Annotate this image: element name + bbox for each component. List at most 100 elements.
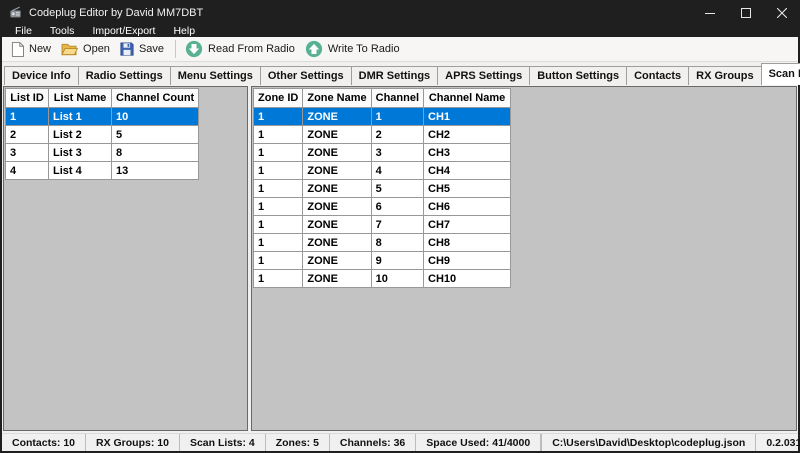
read-from-radio-button[interactable]: Read From Radio (181, 38, 301, 60)
table-row[interactable]: 1ZONE10CH10 (254, 270, 511, 288)
table-row[interactable]: 1ZONE4CH4 (254, 162, 511, 180)
table-row[interactable]: 2List 25 (6, 126, 199, 144)
table-row[interactable]: 1ZONE3CH3 (254, 144, 511, 162)
close-button[interactable] (764, 0, 800, 25)
table-cell[interactable]: 1 (254, 108, 303, 126)
column-header-zone-name[interactable]: Zone Name (303, 89, 371, 108)
write-to-radio-label: Write To Radio (328, 43, 400, 55)
table-cell[interactable]: 1 (254, 162, 303, 180)
table-cell[interactable]: 9 (371, 252, 423, 270)
table-cell[interactable]: ZONE (303, 216, 371, 234)
table-cell[interactable]: 1 (254, 234, 303, 252)
table-cell[interactable]: 1 (6, 108, 49, 126)
table-cell[interactable]: ZONE (303, 144, 371, 162)
column-header-channel-count[interactable]: Channel Count (112, 89, 199, 108)
table-cell[interactable]: CH8 (424, 234, 511, 252)
table-cell[interactable]: 1 (254, 126, 303, 144)
open-button[interactable]: Open (57, 40, 116, 58)
tab-rx-groups[interactable]: RX Groups (688, 66, 761, 85)
table-cell[interactable]: CH2 (424, 126, 511, 144)
column-header-list-name[interactable]: List Name (49, 89, 112, 108)
menu-import-export[interactable]: Import/Export (83, 25, 164, 37)
tab-other-settings[interactable]: Other Settings (260, 66, 352, 85)
column-header-channel[interactable]: Channel (371, 89, 423, 108)
column-header-list-id[interactable]: List ID (6, 89, 49, 108)
table-cell[interactable]: 1 (371, 108, 423, 126)
table-row[interactable]: 1ZONE9CH9 (254, 252, 511, 270)
table-cell[interactable]: ZONE (303, 234, 371, 252)
table-cell[interactable]: ZONE (303, 252, 371, 270)
table-cell[interactable]: 1 (254, 270, 303, 288)
table-row[interactable]: 1ZONE6CH6 (254, 198, 511, 216)
table-cell[interactable]: CH10 (424, 270, 511, 288)
table-cell[interactable]: CH1 (424, 108, 511, 126)
app-window: Codeplug Editor by David MM7DBT FileTool… (0, 0, 800, 453)
table-cell[interactable]: List 4 (49, 162, 112, 180)
tab-aprs-settings[interactable]: APRS Settings (437, 66, 530, 85)
table-cell[interactable]: ZONE (303, 180, 371, 198)
table-cell[interactable]: 1 (254, 216, 303, 234)
table-cell[interactable]: ZONE (303, 162, 371, 180)
table-cell[interactable]: 1 (254, 180, 303, 198)
table-row[interactable]: 1ZONE5CH5 (254, 180, 511, 198)
new-button-label: New (29, 43, 51, 55)
table-row[interactable]: 3List 38 (6, 144, 199, 162)
tab-radio-settings[interactable]: Radio Settings (78, 66, 171, 85)
table-row[interactable]: 1List 110 (6, 108, 199, 126)
table-cell[interactable]: 10 (371, 270, 423, 288)
table-cell[interactable]: ZONE (303, 198, 371, 216)
table-cell[interactable]: 7 (371, 216, 423, 234)
window-title: Codeplug Editor by David MM7DBT (29, 7, 203, 19)
tab-contacts[interactable]: Contacts (626, 66, 689, 85)
table-cell[interactable]: 8 (371, 234, 423, 252)
table-cell[interactable]: List 2 (49, 126, 112, 144)
new-button[interactable]: New (7, 40, 57, 59)
table-cell[interactable]: 6 (371, 198, 423, 216)
tab-scan-lists[interactable]: Scan Lists (761, 63, 800, 85)
table-cell[interactable]: 4 (6, 162, 49, 180)
table-cell[interactable]: CH9 (424, 252, 511, 270)
table-cell[interactable]: CH5 (424, 180, 511, 198)
tab-dmr-settings[interactable]: DMR Settings (351, 66, 439, 85)
table-cell[interactable]: 3 (371, 144, 423, 162)
table-cell[interactable]: List 3 (49, 144, 112, 162)
table-cell[interactable]: 1 (254, 198, 303, 216)
maximize-button[interactable] (728, 0, 764, 25)
table-cell[interactable]: 13 (112, 162, 199, 180)
table-cell[interactable]: 2 (371, 126, 423, 144)
table-cell[interactable]: 8 (112, 144, 199, 162)
tab-device-info[interactable]: Device Info (4, 66, 79, 85)
table-cell[interactable]: List 1 (49, 108, 112, 126)
table-cell[interactable]: CH4 (424, 162, 511, 180)
table-cell[interactable]: 5 (112, 126, 199, 144)
table-row[interactable]: 1ZONE8CH8 (254, 234, 511, 252)
table-cell[interactable]: 10 (112, 108, 199, 126)
column-header-zone-id[interactable]: Zone ID (254, 89, 303, 108)
menu-help[interactable]: Help (164, 25, 204, 37)
table-row[interactable]: 1ZONE2CH2 (254, 126, 511, 144)
minimize-button[interactable] (692, 0, 728, 25)
table-row[interactable]: 4List 413 (6, 162, 199, 180)
save-button[interactable]: Save (116, 40, 170, 58)
menu-tools[interactable]: Tools (41, 25, 84, 37)
tab-button-settings[interactable]: Button Settings (529, 66, 627, 85)
table-cell[interactable]: CH3 (424, 144, 511, 162)
table-row[interactable]: 1ZONE7CH7 (254, 216, 511, 234)
table-cell[interactable]: 1 (254, 144, 303, 162)
table-cell[interactable]: 5 (371, 180, 423, 198)
table-cell[interactable]: 1 (254, 252, 303, 270)
table-cell[interactable]: ZONE (303, 126, 371, 144)
column-header-channel-name[interactable]: Channel Name (424, 89, 511, 108)
table-cell[interactable]: 2 (6, 126, 49, 144)
table-cell[interactable]: ZONE (303, 108, 371, 126)
table-cell[interactable]: 4 (371, 162, 423, 180)
table-cell[interactable]: 3 (6, 144, 49, 162)
status-channels: Channels: 36 (330, 434, 416, 451)
table-cell[interactable]: CH6 (424, 198, 511, 216)
table-cell[interactable]: CH7 (424, 216, 511, 234)
table-cell[interactable]: ZONE (303, 270, 371, 288)
menu-file[interactable]: File (6, 25, 41, 37)
tab-menu-settings[interactable]: Menu Settings (170, 66, 261, 85)
write-to-radio-button[interactable]: Write To Radio (301, 38, 406, 60)
table-row[interactable]: 1ZONE1CH1 (254, 108, 511, 126)
